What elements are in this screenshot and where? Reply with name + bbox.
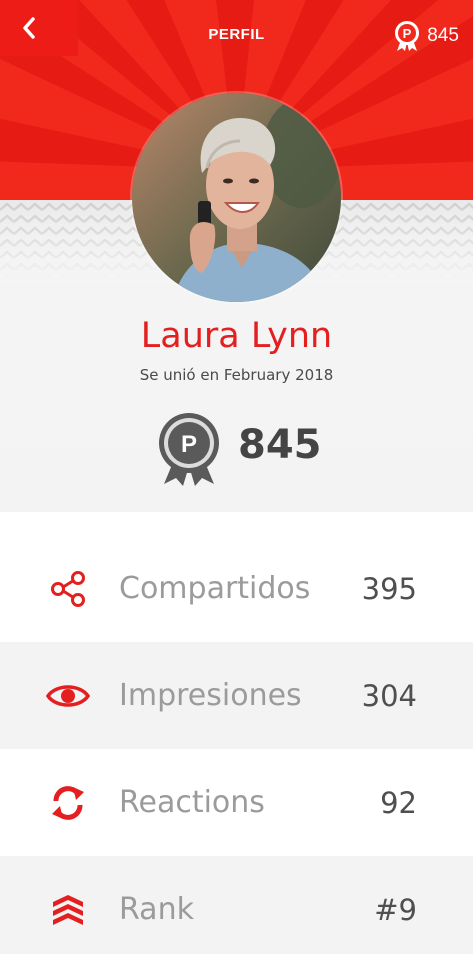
svg-text:P: P bbox=[403, 26, 412, 41]
stat-value: #9 bbox=[374, 892, 417, 927]
stats-list: Compartidos 395 Impresiones 304 Reaction… bbox=[0, 535, 473, 954]
avatar bbox=[132, 93, 341, 302]
eye-icon bbox=[46, 674, 90, 718]
stat-label: Rank bbox=[119, 892, 194, 927]
points-badge-icon: P bbox=[159, 413, 219, 486]
share-icon bbox=[46, 567, 90, 611]
stat-label: Compartidos bbox=[119, 571, 311, 606]
stat-row-compartidos[interactable]: Compartidos 395 bbox=[0, 535, 473, 642]
stat-value: 92 bbox=[380, 785, 417, 820]
badge-p-icon: P bbox=[395, 21, 420, 51]
join-date: Se unió en February 2018 bbox=[139, 366, 334, 384]
rank-chevrons-icon bbox=[46, 888, 90, 932]
refresh-icon bbox=[46, 781, 90, 825]
avatar-photo bbox=[132, 93, 341, 302]
stat-label: Reactions bbox=[119, 785, 265, 820]
stat-value: 304 bbox=[361, 678, 417, 713]
header-points[interactable]: P 845 bbox=[393, 20, 459, 52]
header-points-value: 845 bbox=[427, 25, 459, 46]
stat-value: 395 bbox=[361, 571, 417, 606]
stat-row-impresiones[interactable]: Impresiones 304 bbox=[0, 642, 473, 749]
points-total: 845 bbox=[238, 422, 322, 468]
profile-screen: PERFIL P 845 Laura Lynn Se unió en Febru… bbox=[0, 0, 473, 954]
stat-row-reactions[interactable]: Reactions 92 bbox=[0, 749, 473, 856]
user-name: Laura Lynn bbox=[140, 316, 333, 356]
stat-label: Impresiones bbox=[119, 678, 302, 713]
stat-row-rank[interactable]: Rank #9 bbox=[0, 856, 473, 954]
svg-text:P: P bbox=[181, 431, 197, 458]
